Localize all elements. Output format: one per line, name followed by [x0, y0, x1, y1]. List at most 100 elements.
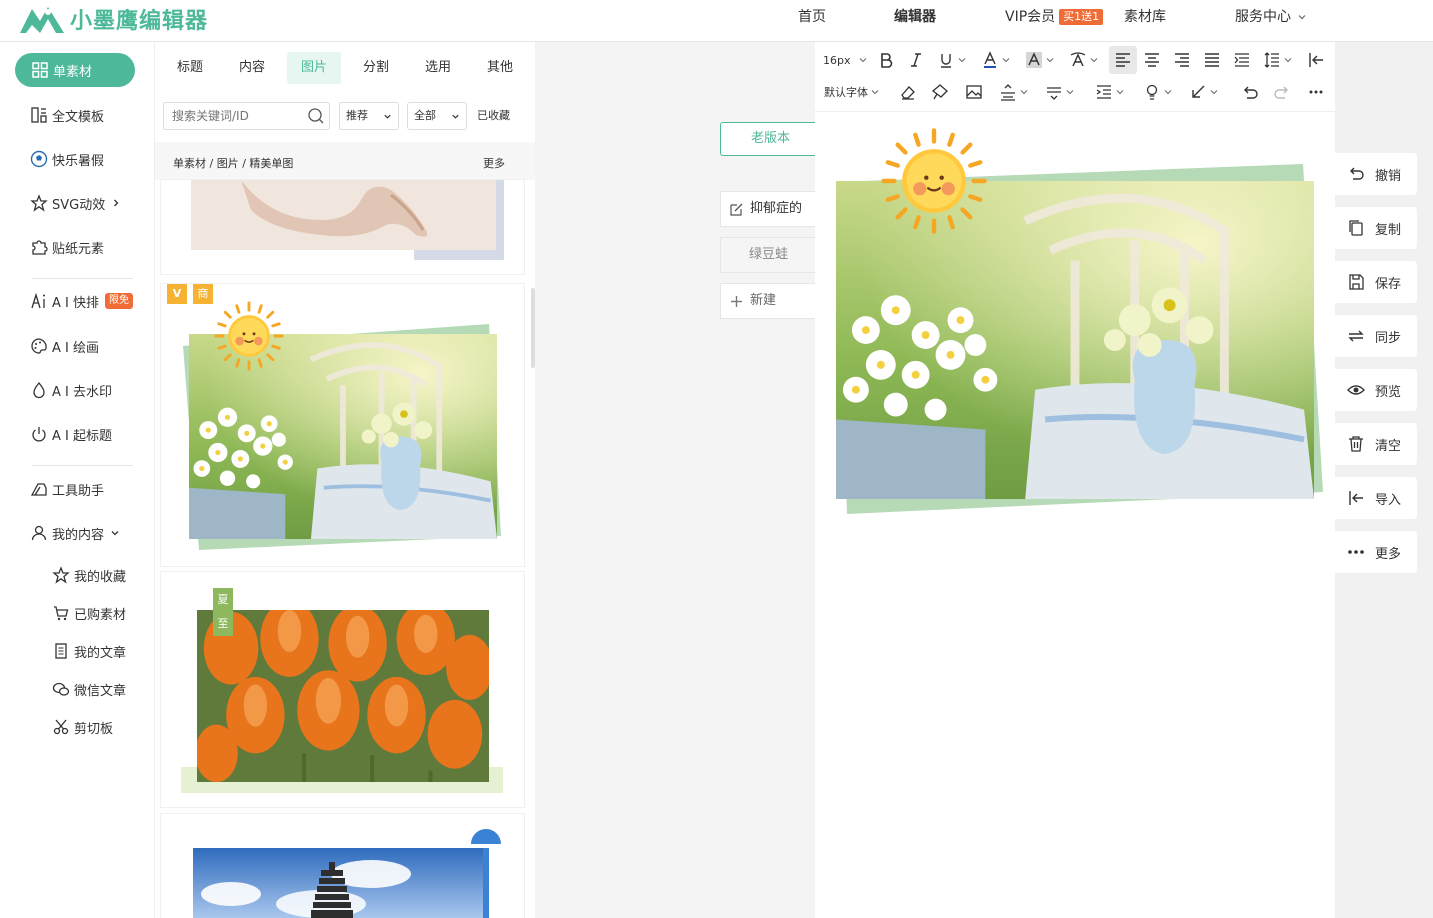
tab-other[interactable]: 其他 [473, 52, 527, 84]
more-button[interactable]: 更多 [1335, 531, 1417, 573]
redo-toolbar-button[interactable] [1273, 80, 1291, 104]
align-justify-button[interactable] [1203, 48, 1221, 72]
nav-material-library[interactable]: 素材库 [1124, 0, 1166, 34]
new-document-button[interactable]: 新建 [720, 283, 815, 319]
nav-editor[interactable]: 编辑器 [894, 0, 936, 34]
line-height-button[interactable] [1263, 48, 1292, 72]
divider-style-button[interactable] [1045, 80, 1074, 104]
insert-image-button[interactable] [965, 80, 983, 104]
material-search-input[interactable] [163, 102, 330, 130]
clear-button[interactable]: 清空 [1335, 423, 1417, 465]
undo-button[interactable]: 撤销 [1335, 153, 1417, 195]
align-center-button[interactable] [1143, 48, 1161, 72]
nav-tools[interactable]: 工具助手 [30, 477, 104, 501]
nav-ai-layout[interactable]: A I 快排 限免 [30, 289, 133, 313]
font-color-button[interactable] [981, 48, 1010, 72]
power-icon [32, 427, 46, 442]
nav-svg-animation[interactable]: SVG动效 [30, 191, 125, 215]
logo[interactable]: 小墨鹰编辑器 [18, 2, 208, 36]
tab-selected[interactable]: 选用 [411, 52, 465, 84]
nav-stickers[interactable]: 贴纸元素 [30, 235, 104, 259]
nav-service-center[interactable]: 服务中心 [1235, 0, 1307, 34]
ai-icon [31, 292, 45, 309]
nav-service-label: 服务中心 [1235, 9, 1291, 25]
margin-button[interactable] [1095, 80, 1124, 104]
nav-my-content[interactable]: 我的内容 [30, 521, 124, 545]
bold-button[interactable] [877, 48, 895, 72]
chevron-down-icon [1284, 58, 1292, 63]
nav-my-articles[interactable]: 我的文章 [52, 639, 126, 663]
nav-label: 我的内容 [52, 527, 105, 543]
preview-button[interactable]: 预览 [1335, 369, 1417, 411]
nav-label: 全文模板 [52, 109, 105, 125]
paragraph-spacing-icon [1001, 84, 1015, 101]
divider [32, 278, 133, 279]
nav-wechat-articles[interactable]: 微信文章 [52, 677, 126, 701]
sort-select[interactable]: 推荐 [339, 102, 399, 130]
font-family-select[interactable]: 默认字体 [824, 80, 879, 104]
chevron-down-icon [1164, 90, 1172, 95]
document-item[interactable]: 绿豆蛙 [720, 237, 815, 273]
save-icon [1349, 274, 1364, 290]
more-tools-button[interactable] [1307, 80, 1325, 104]
text-effect-button[interactable] [1069, 48, 1098, 72]
copy-button[interactable]: 复制 [1335, 207, 1417, 249]
material-card[interactable]: 夏 至 [161, 572, 524, 807]
nav-my-favorites[interactable]: 我的收藏 [52, 563, 126, 587]
tab-image[interactable]: 图片 [287, 52, 341, 84]
chevron-down-icon [1020, 90, 1028, 95]
canvas-flower-image[interactable] [815, 112, 1335, 532]
tab-content[interactable]: 内容 [225, 52, 279, 84]
nav-ai-painting[interactable]: A I 绘画 [30, 334, 99, 358]
logo-text: 小墨鹰编辑器 [70, 9, 209, 34]
material-card[interactable] [161, 180, 524, 274]
format-painter-button[interactable] [931, 80, 949, 104]
save-button[interactable]: 保存 [1335, 261, 1417, 303]
nav-summer[interactable]: 快乐暑假 [30, 147, 104, 171]
indent-button[interactable] [1233, 48, 1251, 72]
font-size-select[interactable]: 16px [823, 48, 867, 72]
underline-button[interactable] [937, 48, 966, 72]
align-right-button[interactable] [1173, 48, 1191, 72]
chevron-down-icon [384, 114, 391, 119]
eraser-icon [901, 86, 915, 100]
material-card[interactable]: V 商 [161, 284, 524, 566]
nav-ai-watermark[interactable]: A I 去水印 [30, 378, 112, 402]
editor-toolbar: 16px 默认字体 [815, 42, 1335, 112]
nav-label: 单素材 [53, 64, 93, 80]
editor-canvas[interactable] [815, 112, 1335, 918]
resize-button[interactable] [1189, 80, 1218, 104]
material-card[interactable] [161, 814, 524, 918]
nav-home[interactable]: 首页 [798, 0, 826, 34]
tab-title[interactable]: 标题 [163, 52, 217, 84]
favorites-filter[interactable]: 已收藏 [477, 102, 510, 130]
nav-ai-title[interactable]: A I 起标题 [30, 422, 112, 446]
document-item-active[interactable]: 抑郁症的 [720, 191, 815, 227]
category-select[interactable]: 全部 [407, 102, 467, 130]
arrow-down-left-icon [1192, 85, 1205, 98]
copy-label: 复制 [1375, 222, 1402, 238]
old-version-button[interactable]: 老版本 [720, 122, 820, 156]
import-button[interactable]: 导入 [1335, 477, 1417, 519]
lightbulb-button[interactable] [1143, 80, 1172, 104]
nav-clipboard[interactable]: 剪切板 [52, 715, 113, 739]
left-nav: 单素材 全文模板 快乐暑假 SVG动效 贴纸元素 A I 快排 限免 A I 绘… [0, 42, 155, 918]
paragraph-spacing-button[interactable] [999, 80, 1028, 104]
nav-vip[interactable]: VIP会员 买1送1 [1005, 0, 1104, 34]
sync-button[interactable]: 同步 [1335, 315, 1417, 357]
background-color-button[interactable] [1025, 48, 1054, 72]
undo-toolbar-button[interactable] [1241, 80, 1259, 104]
nav-label: SVG动效 [52, 197, 106, 213]
more-link[interactable]: 更多 [483, 155, 505, 171]
nav-single-material[interactable]: 单素材 [15, 53, 135, 87]
align-left-button[interactable] [1109, 46, 1137, 74]
user-icon [31, 525, 47, 541]
search-icon[interactable] [307, 107, 325, 125]
exit-button[interactable] [1307, 48, 1325, 72]
tab-divider[interactable]: 分割 [349, 52, 403, 84]
clear-format-button[interactable] [899, 80, 917, 104]
italic-button[interactable] [907, 48, 925, 72]
nav-full-template[interactable]: 全文模板 [30, 103, 104, 127]
nav-label: A I 快排 [52, 295, 99, 311]
nav-purchased[interactable]: 已购素材 [52, 601, 126, 625]
